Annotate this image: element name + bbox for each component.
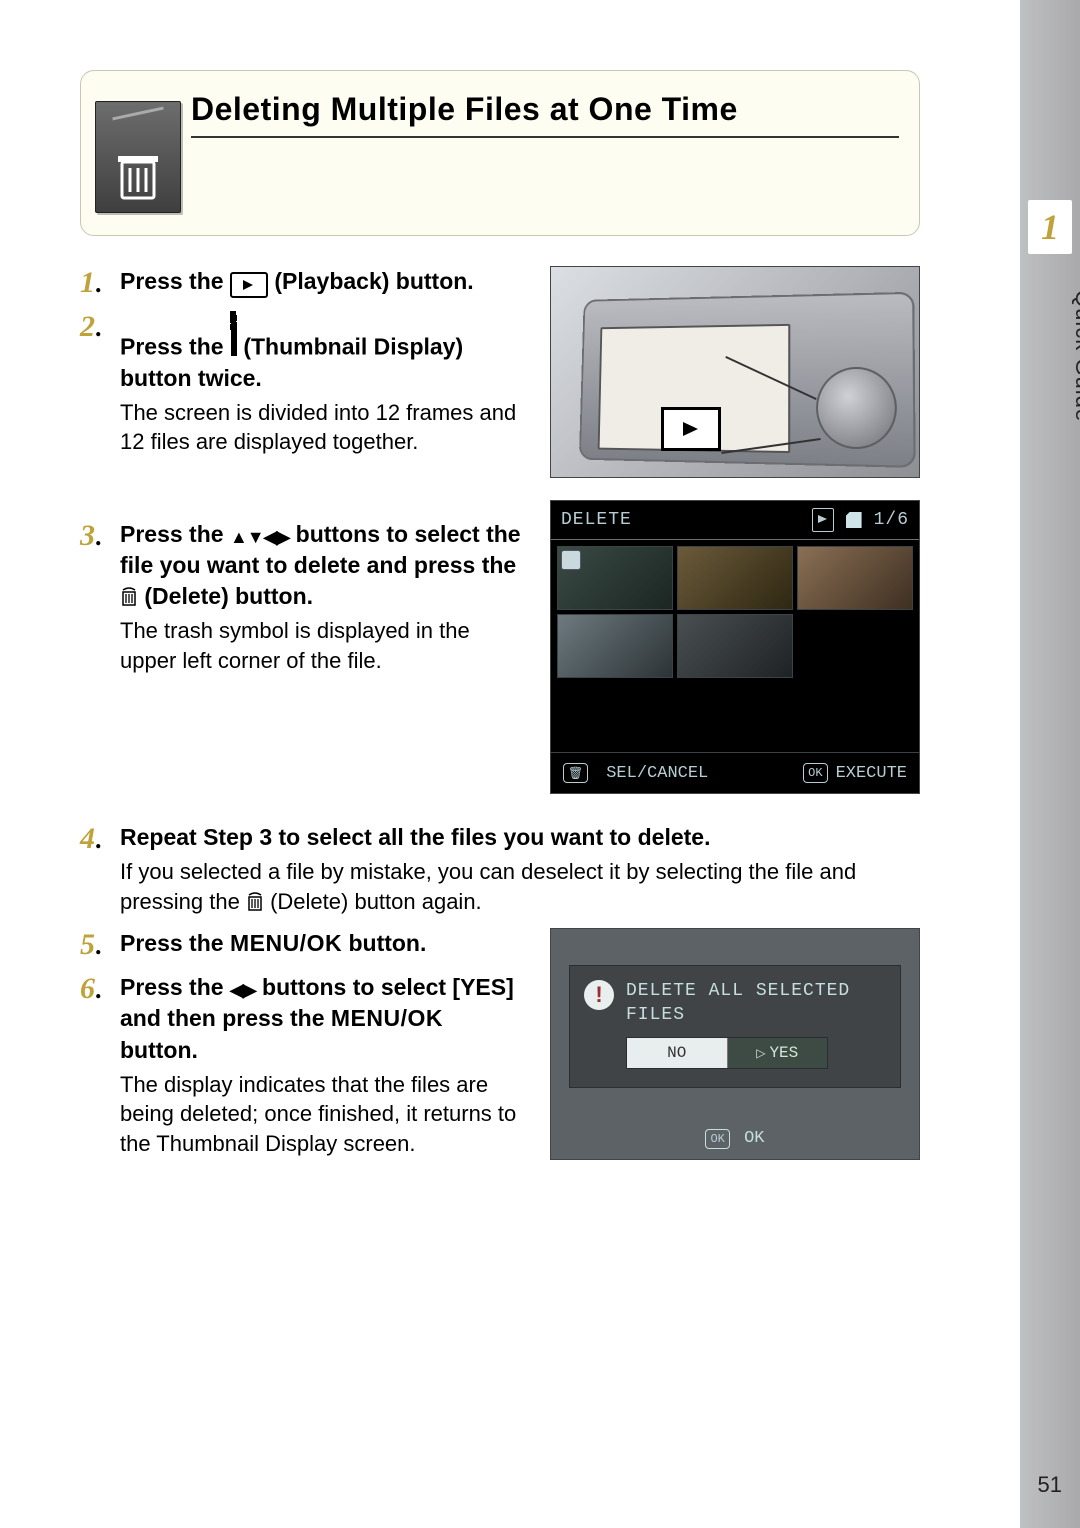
playback-button-overlay xyxy=(661,407,721,451)
step-2: 2. Press the (Thumbnail Display) button … xyxy=(80,310,526,457)
left-right-icon: ◀▶ xyxy=(230,978,256,1002)
step-4: 4. Repeat Step 3 to select all the files… xyxy=(80,822,920,916)
execute-label: EXECUTE xyxy=(836,764,907,783)
thumbnail xyxy=(557,546,673,610)
confirm-message-line2: FILES xyxy=(626,1005,685,1025)
side-tab-label: Quick Guide xyxy=(1020,290,1080,422)
thumbnail-empty xyxy=(557,682,673,746)
thumbnail-empty xyxy=(797,682,913,746)
menu-ok-label: MENU/OK xyxy=(331,1005,443,1031)
side-tab: 1 Quick Guide xyxy=(1020,0,1080,1528)
step-3: 3. Press the ▲▼◀▶ buttons to select the … xyxy=(80,519,526,676)
step-5: 5. Press the MENU/OK button. xyxy=(80,928,526,960)
page-indicator: 1/6 xyxy=(874,510,909,530)
option-yes: ▷ YES xyxy=(728,1038,828,1068)
chapter-number: 1 xyxy=(1028,200,1072,254)
step-1: 1. Press the (Playback) button. xyxy=(80,266,526,298)
page-title: Deleting Multiple Files at One Time xyxy=(191,91,899,138)
thumbnail-empty xyxy=(677,682,793,746)
sd-card-icon xyxy=(846,512,862,528)
figure-camera xyxy=(550,266,920,478)
confirm-message-line1: DELETE ALL SELECTED xyxy=(626,981,850,1001)
menu-ok-label: MENU/OK xyxy=(230,930,342,956)
delete-icon xyxy=(246,889,270,914)
page-number: 51 xyxy=(1038,1472,1062,1498)
trash-pill-icon: 🗑 xyxy=(563,763,588,783)
thumbnail-empty xyxy=(797,614,913,678)
dpad-icon: ▲▼◀▶ xyxy=(230,525,289,549)
confirm-ok-label: OK xyxy=(744,1129,764,1148)
trash-icon xyxy=(95,101,181,213)
delete-label: DELETE xyxy=(561,510,632,530)
sel-cancel-label: SEL/CANCEL xyxy=(606,764,708,783)
playback-icon xyxy=(812,508,834,532)
playback-icon xyxy=(230,272,268,298)
alert-icon: ! xyxy=(584,980,614,1010)
ok-pill-icon: OK xyxy=(803,763,827,783)
thumbnail xyxy=(797,546,913,610)
ok-pill-icon: OK xyxy=(705,1129,729,1149)
option-no: NO xyxy=(627,1038,728,1068)
step-6: 6. Press the ◀▶ buttons to select [YES] … xyxy=(80,972,526,1158)
section-header: Deleting Multiple Files at One Time xyxy=(80,70,920,236)
thumbnail xyxy=(557,614,673,678)
delete-icon xyxy=(120,583,144,609)
figure-confirm-dialog: ! DELETE ALL SELECTED FILES NO ▷ YES xyxy=(550,928,920,1160)
thumbnail xyxy=(677,546,793,610)
figure-delete-grid: DELETE 1/6 xyxy=(550,500,920,794)
thumbnail xyxy=(677,614,793,678)
thumbnail-icon xyxy=(230,310,237,330)
